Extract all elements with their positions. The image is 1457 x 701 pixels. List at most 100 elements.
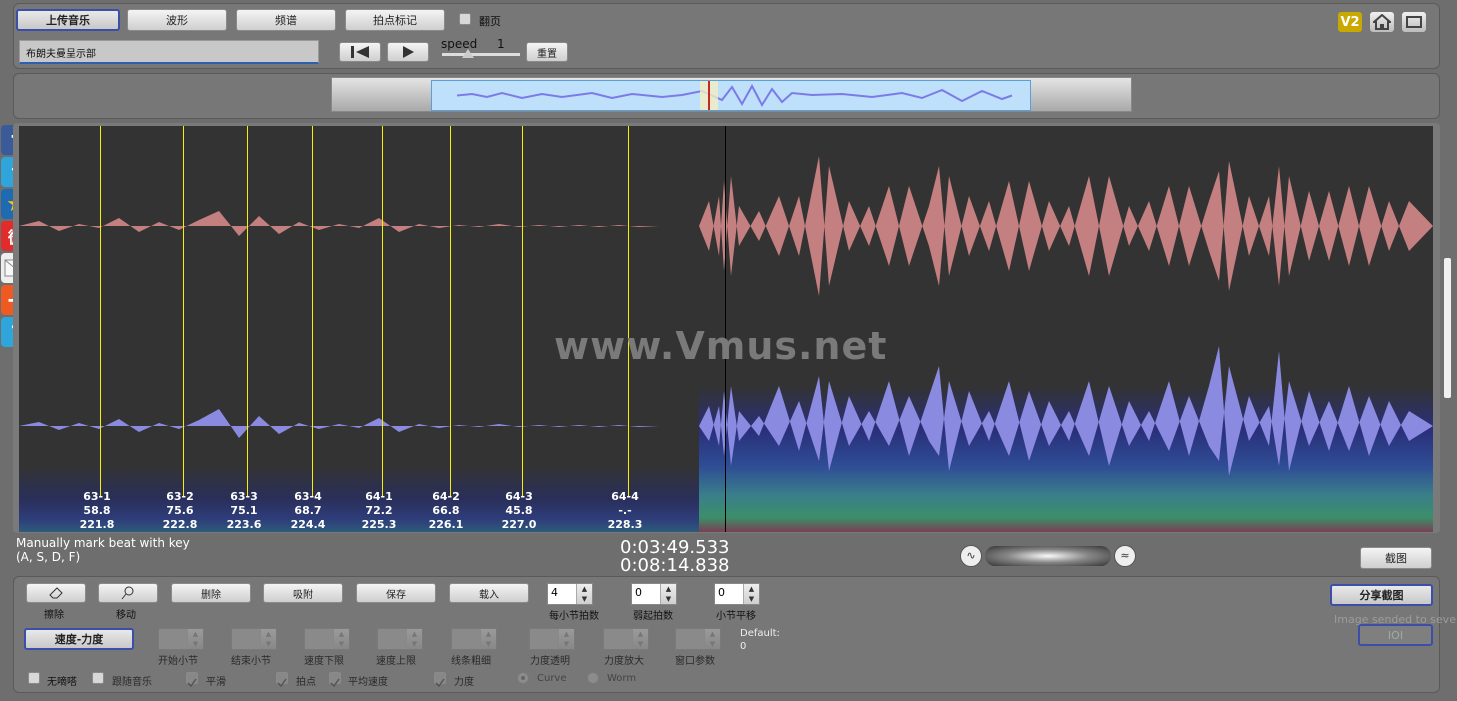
pickup-beats-label: 弱起拍数 xyxy=(633,611,673,622)
beat-mark-button[interactable]: 拍点标记 xyxy=(345,9,445,31)
beat-line[interactable] xyxy=(450,126,451,496)
fullscreen-icon[interactable] xyxy=(1401,11,1427,33)
speed-slider[interactable] xyxy=(442,49,520,58)
no-metronome-label: 无嘀嗒 xyxy=(47,677,77,688)
overview-viewport[interactable] xyxy=(431,80,1031,111)
beat-label: 64-2 66.8 226.1 xyxy=(428,490,464,531)
erase-button[interactable] xyxy=(26,583,86,603)
skip-start-icon xyxy=(351,46,369,58)
curve-radio xyxy=(517,672,529,684)
load-button[interactable]: 载入 xyxy=(449,583,529,603)
beat-label: 63-2 75.6 222.8 xyxy=(162,490,198,531)
beat-line[interactable] xyxy=(382,126,383,496)
beat-line[interactable] xyxy=(522,126,523,496)
waveform-canvas[interactable]: www.Vmus.net 63-1 58.8 221.8 63-2 75.6 222.8… xyxy=(19,126,1433,532)
erase-label: 擦除 xyxy=(44,610,64,621)
move-button[interactable] xyxy=(98,583,158,603)
curve-radio-label: Curve xyxy=(537,673,567,684)
beat-label: 64-3 45.8 227.0 xyxy=(501,490,537,531)
smooth-checkbox xyxy=(186,672,198,688)
delete-button[interactable]: 删除 xyxy=(171,583,251,603)
play-button[interactable] xyxy=(387,42,429,62)
default-value: 0 xyxy=(740,641,747,652)
beat-line[interactable] xyxy=(247,126,248,496)
end-bar-label: 结束小节 xyxy=(231,656,271,667)
bar-offset-label: 小节平移 xyxy=(716,611,756,622)
dynamics-alpha-stepper: ▲ ▼ xyxy=(529,628,575,650)
snap-button[interactable]: 吸附 xyxy=(263,583,343,603)
line-width-label: 线条粗细 xyxy=(451,656,491,667)
overview-waveform xyxy=(456,81,1013,110)
beat-label: 63-1 58.8 221.8 xyxy=(79,490,115,531)
hint-line-2: (A, S, D, F) xyxy=(16,550,81,564)
beat-line[interactable] xyxy=(312,126,313,496)
eraser-icon xyxy=(49,587,63,599)
move-label: 移动 xyxy=(116,610,136,621)
speed-slider-thumb[interactable] xyxy=(462,49,474,58)
no-metronome-checkbox[interactable] xyxy=(28,672,40,684)
zoom-in-icon[interactable]: ≈ xyxy=(1114,545,1136,567)
watermark: www.Vmus.net xyxy=(554,324,888,368)
window-param-label: 窗口参数 xyxy=(675,656,715,667)
dynamics-checkbox xyxy=(434,672,446,688)
vertical-scrollbar[interactable] xyxy=(1444,258,1451,398)
follow-music-checkbox[interactable] xyxy=(92,672,104,684)
save-button[interactable]: 保存 xyxy=(356,583,436,603)
share-screenshot-button[interactable]: 分享截图 xyxy=(1330,584,1433,606)
worm-radio-label: Worm xyxy=(607,673,637,684)
move-icon xyxy=(121,586,134,600)
zoom-control[interactable]: ∿ ≈ xyxy=(958,544,1138,568)
beat-label: 64-1 72.2 225.3 xyxy=(361,490,397,531)
dynamics-zoom-stepper: ▲ ▼ xyxy=(603,628,649,650)
overview-track[interactable] xyxy=(331,77,1132,112)
reset-button[interactable]: 重置 xyxy=(526,42,568,62)
avg-speed-label: 平均速度 xyxy=(348,677,388,688)
screenshot-button[interactable]: 截图 xyxy=(1360,547,1432,569)
dynamics-zoom-label: 力度放大 xyxy=(604,656,644,667)
zoom-slider[interactable] xyxy=(985,546,1111,566)
spectrum-button[interactable]: 频谱 xyxy=(236,9,336,31)
v2-icon[interactable]: V2 xyxy=(1337,11,1363,33)
start-bar-stepper: ▲ ▼ xyxy=(158,628,204,650)
home-icon[interactable] xyxy=(1369,11,1395,33)
avg-speed-checkbox xyxy=(329,672,341,688)
upload-music-button[interactable]: 上传音乐 xyxy=(16,9,120,31)
speed-min-stepper: ▲ ▼ xyxy=(304,628,350,650)
end-bar-stepper: ▲ ▼ xyxy=(231,628,277,650)
beat-label: 63-4 68.7 224.4 xyxy=(290,490,326,531)
beat-line[interactable] xyxy=(183,126,184,496)
dynamics-alpha-label: 力度透明 xyxy=(530,656,570,667)
beat-point-checkbox xyxy=(276,672,288,688)
beats-per-bar-stepper[interactable]: 4 ▲ ▼ xyxy=(547,583,593,605)
bar-offset-stepper[interactable]: 0 ▲ ▼ xyxy=(714,583,760,605)
upper-waveform xyxy=(19,156,1433,296)
speed-min-label: 速度下限 xyxy=(304,656,344,667)
flip-page-checkbox[interactable] xyxy=(459,13,471,25)
beat-line[interactable] xyxy=(100,126,101,496)
ioi-button[interactable]: IOI xyxy=(1358,624,1433,646)
worm-radio xyxy=(587,672,599,684)
default-label: Default: xyxy=(740,628,780,639)
follow-music-label: 跟随音乐 xyxy=(112,677,152,688)
beats-per-bar-label: 每小节拍数 xyxy=(549,611,599,622)
song-name-field[interactable]: 布朗夫曼呈示部 xyxy=(19,40,319,64)
play-icon xyxy=(403,46,414,58)
beat-point-label: 拍点 xyxy=(296,677,316,688)
beat-line[interactable] xyxy=(628,126,629,496)
tempo-dynamics-tab[interactable]: 速度-力度 xyxy=(24,628,134,650)
speed-max-stepper: ▲ ▼ xyxy=(377,628,423,650)
line-width-stepper: ▲ ▼ xyxy=(451,628,497,650)
pickup-beats-stepper[interactable]: 0 ▲ ▼ xyxy=(631,583,677,605)
waveform-button[interactable]: 波形 xyxy=(127,9,227,31)
dynamics-label: 力度 xyxy=(454,677,474,688)
start-bar-label: 开始小节 xyxy=(158,656,198,667)
speed-max-label: 速度上限 xyxy=(376,656,416,667)
speed-value: 1 xyxy=(497,37,505,51)
smooth-label: 平滑 xyxy=(206,677,226,688)
flip-page-label: 翻页 xyxy=(479,15,501,28)
zoom-out-icon[interactable]: ∿ xyxy=(960,545,982,567)
beat-label: 63-3 75.1 223.6 xyxy=(226,490,262,531)
total-time: 0:08:14.838 xyxy=(620,555,730,576)
skip-start-button[interactable] xyxy=(339,42,381,62)
hint-line-1: Manually mark beat with key xyxy=(16,536,190,550)
